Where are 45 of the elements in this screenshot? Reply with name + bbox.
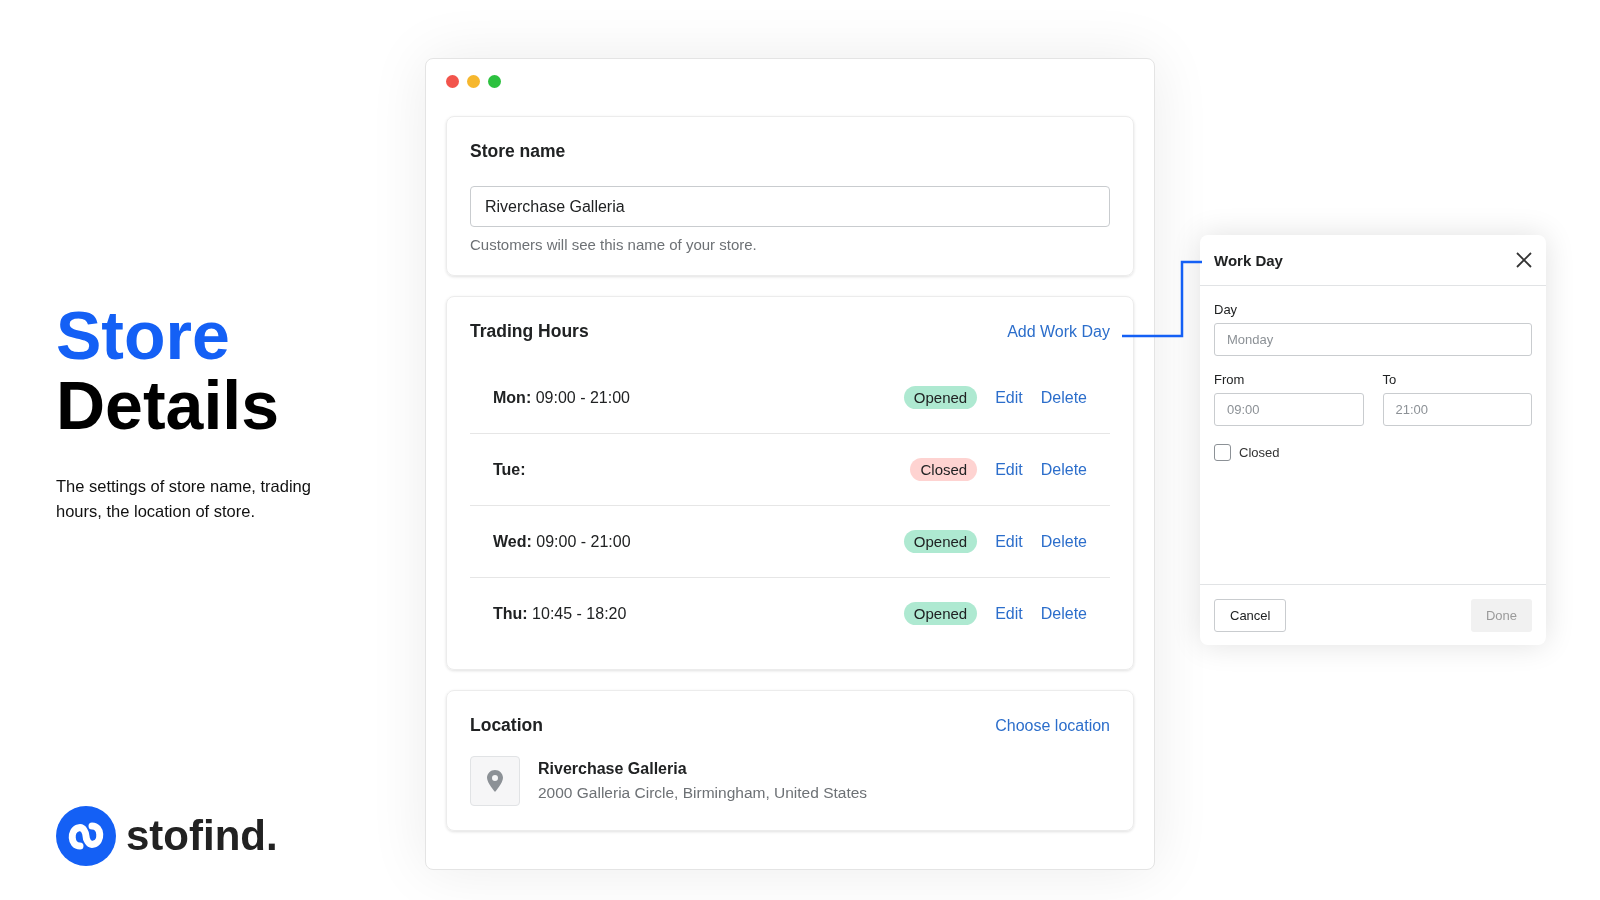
field-label: Day [1214, 302, 1239, 317]
description: The settings of store name, trading hours, the location of store. [56, 476, 312, 522]
checkbox-label: Closed [1239, 445, 1280, 460]
help-text: Customers will see this name of your store. [470, 236, 758, 253]
zoom-dot-icon[interactable] [488, 75, 501, 88]
delete-link[interactable]: Delete [1040, 388, 1087, 407]
from-time-field[interactable]: 09:00 [1214, 393, 1364, 426]
status-badge: Closed [910, 458, 978, 481]
edit-link[interactable]: Edit [995, 388, 1023, 407]
day-hours: Mon: 09:00 - 21:00 [493, 388, 631, 407]
field-label: To [1382, 372, 1398, 387]
delete-link[interactable]: Delete [1040, 532, 1087, 551]
store-name-field[interactable]: Riverchase Galleria [470, 186, 1110, 227]
close-icon[interactable] [1516, 252, 1532, 268]
closed-checkbox[interactable] [1214, 444, 1231, 461]
delete-link[interactable]: Delete [1040, 604, 1087, 623]
field-label: From [1214, 372, 1246, 387]
brand-name: stofind. [126, 812, 278, 860]
close-dot-icon[interactable] [446, 75, 459, 88]
status-badge: Opened [903, 530, 978, 553]
location-name: Riverchase Galleria [538, 760, 688, 778]
dialog-title: Work Day [1214, 251, 1283, 269]
choose-location-link[interactable]: Choose location [995, 716, 1110, 735]
edit-link[interactable]: Edit [995, 532, 1023, 551]
day-hours: Tue: [493, 460, 527, 479]
status-badge: Opened [903, 386, 978, 409]
day-hours: Wed: 09:00 - 21:00 [493, 532, 632, 551]
location-address: 2000 Galleria Circle, Birmingham, United States [538, 784, 868, 802]
headline: Details [56, 370, 280, 440]
cancel-button[interactable]: Cancel [1214, 598, 1287, 632]
day-hours: Thu: 10:45 - 18:20 [493, 604, 628, 623]
section-title: Trading Hours [470, 321, 589, 342]
to-time-field[interactable]: 21:00 [1382, 393, 1532, 426]
map-pin-icon [487, 770, 503, 792]
day-field[interactable]: Monday [1214, 323, 1532, 356]
section-title: Store name [470, 141, 567, 162]
add-work-day-link[interactable]: Add Work Day [1007, 322, 1110, 341]
status-badge: Opened [903, 602, 978, 625]
edit-link[interactable]: Edit [995, 604, 1023, 623]
section-title: Location [470, 715, 543, 736]
delete-link[interactable]: Delete [1040, 460, 1087, 479]
headline: Store [56, 300, 231, 370]
logo-icon [56, 806, 116, 866]
edit-link[interactable]: Edit [995, 460, 1023, 479]
minimize-dot-icon[interactable] [467, 75, 480, 88]
